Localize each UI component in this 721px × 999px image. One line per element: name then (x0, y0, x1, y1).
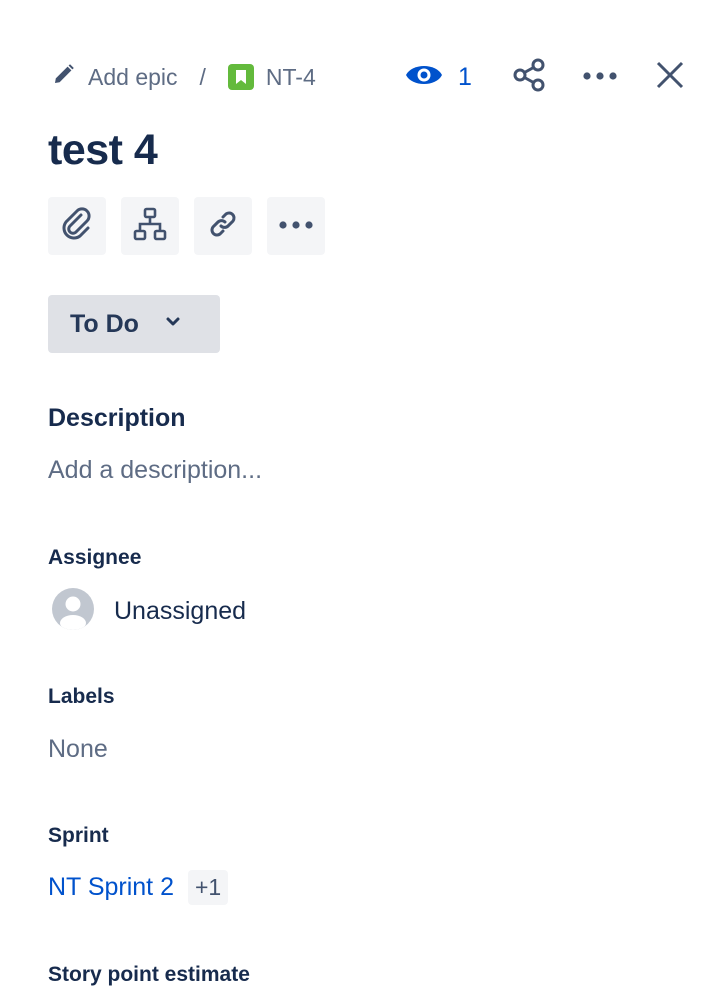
watchers-count: 1 (458, 62, 472, 91)
watch-button[interactable]: 1 (404, 56, 474, 98)
link-issue-button[interactable] (194, 197, 252, 255)
share-button[interactable] (508, 56, 550, 98)
sprint-more-badge[interactable]: +1 (187, 870, 229, 905)
attachment-icon (59, 206, 95, 247)
link-icon (205, 206, 241, 247)
child-issue-icon (132, 206, 168, 247)
more-icon (582, 68, 618, 86)
description-input[interactable]: Add a description... (48, 456, 262, 485)
labels-value[interactable]: None (48, 735, 108, 764)
status-dropdown[interactable]: To Do (48, 295, 220, 353)
labels-label: Labels (48, 685, 115, 708)
description-heading: Description (48, 404, 186, 432)
attach-button[interactable] (48, 197, 106, 255)
sprint-link[interactable]: NT Sprint 2 (48, 873, 174, 902)
sprint-field: NT Sprint 2 +1 (48, 870, 229, 905)
header-actions: 1 (0, 56, 721, 98)
status-label: To Do (70, 309, 139, 338)
close-button[interactable] (650, 56, 690, 98)
avatar (50, 586, 96, 637)
eye-icon (404, 60, 444, 95)
assignee-label: Assignee (48, 546, 142, 569)
sprint-label: Sprint (48, 824, 109, 847)
create-child-button[interactable] (121, 197, 179, 255)
assignee-value: Unassigned (114, 597, 247, 625)
more-actions-button[interactable] (578, 56, 622, 98)
more-icon (278, 217, 314, 235)
chevron-down-icon (139, 315, 181, 333)
issue-title[interactable]: test 4 (48, 126, 158, 175)
close-icon (656, 61, 684, 94)
share-icon (511, 57, 547, 98)
story-point-label: Story point estimate (48, 963, 250, 986)
assignee-field[interactable]: Unassigned (50, 586, 246, 637)
more-quick-actions-button[interactable] (267, 197, 325, 255)
